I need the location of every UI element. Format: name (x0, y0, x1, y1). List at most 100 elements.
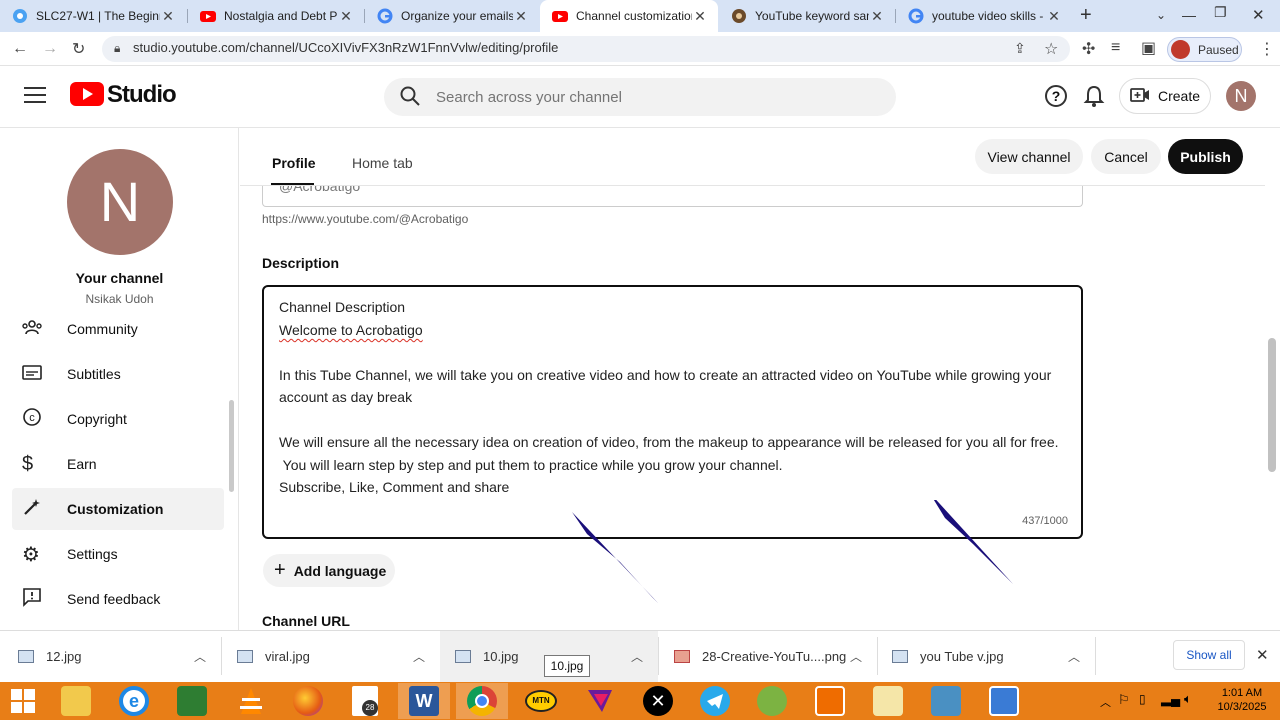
download-item[interactable]: 28-Creative-YouTu....png ︿ (674, 630, 874, 682)
channel-avatar[interactable]: N (67, 149, 173, 255)
reload-icon[interactable]: ↻ (72, 39, 85, 59)
publish-button[interactable]: Publish (1168, 139, 1243, 174)
handle-field[interactable]: @Acrobatigo (262, 186, 1083, 207)
search-input[interactable] (436, 87, 836, 107)
view-channel-button[interactable]: View channel (975, 139, 1083, 174)
volume-icon[interactable]: 🔈︎ (1184, 691, 1192, 707)
sidebar-item-community[interactable]: Community (12, 308, 224, 350)
media-player-icon[interactable] (815, 686, 845, 716)
share-icon[interactable]: ⇪ (1014, 40, 1026, 57)
app-logo-icon[interactable] (586, 688, 614, 719)
tray-chevron-icon[interactable]: ︿ (1100, 694, 1111, 710)
sidebar-item-settings[interactable]: ⚙ Settings (12, 533, 224, 575)
mtn-icon[interactable]: MTN (525, 690, 557, 712)
file-explorer-icon[interactable] (61, 686, 91, 716)
image-file-icon (18, 649, 34, 663)
steemit-icon (12, 8, 28, 24)
tab-profile[interactable]: Profile (272, 155, 316, 171)
forward-icon[interactable]: → (42, 40, 58, 58)
restore-icon[interactable]: ❐ (1214, 4, 1227, 21)
description-line: We will ensure all the necessary idea on… (279, 434, 1059, 450)
search-icon[interactable] (400, 86, 420, 111)
chevron-up-icon[interactable]: ︿ (1068, 648, 1080, 665)
sidebar-item-earn[interactable]: $ Earn (12, 443, 224, 485)
browser-tab[interactable]: youtube video skills - G ✕ (896, 0, 1072, 32)
signal-icon[interactable]: ▂▄ (1161, 691, 1180, 707)
tab-home[interactable]: Home tab (352, 155, 413, 171)
download-separator (1095, 637, 1096, 675)
sidebar-item-subtitles[interactable]: Subtitles (12, 353, 224, 395)
main-scrollbar[interactable] (1268, 338, 1276, 472)
image-viewer-icon[interactable] (989, 686, 1019, 716)
help-icon[interactable]: ? (1045, 85, 1067, 107)
chevron-up-icon[interactable]: ︿ (850, 648, 862, 665)
close-tab-icon[interactable]: ✕ (338, 8, 354, 25)
cancel-button[interactable]: Cancel (1091, 139, 1161, 174)
annotation-arrow-left (572, 512, 658, 603)
minimize-icon[interactable]: — (1182, 7, 1196, 23)
hamburger-menu-icon[interactable] (24, 86, 46, 109)
sticky-notes-icon[interactable] (873, 686, 903, 716)
notifications-bell-icon[interactable] (1083, 84, 1105, 113)
calendar-app-icon[interactable]: 28 (352, 686, 378, 716)
create-button[interactable]: Create (1119, 78, 1211, 114)
battery-icon[interactable]: ▯ (1139, 692, 1146, 706)
close-tab-icon[interactable]: ✕ (160, 8, 176, 25)
chevron-up-icon[interactable]: ︿ (194, 648, 206, 665)
store-icon[interactable] (177, 686, 207, 716)
firefox-icon[interactable] (293, 686, 323, 716)
close-downloads-icon[interactable]: ✕ (1256, 646, 1269, 664)
back-icon[interactable]: ← (12, 40, 28, 58)
add-language-button[interactable]: + Add language (263, 554, 395, 587)
new-tab-icon[interactable]: + (1080, 4, 1092, 27)
close-tab-icon[interactable]: ✕ (692, 8, 708, 25)
browser-tab[interactable]: Nostalgia and Debt Pla ✕ (188, 0, 364, 32)
windows-start-icon[interactable] (11, 689, 35, 718)
show-all-button[interactable]: Show all (1173, 640, 1245, 670)
telegram-icon[interactable] (700, 686, 730, 716)
download-tooltip: 10.jpg (544, 655, 590, 677)
close-window-icon[interactable]: ✕ (1252, 6, 1265, 24)
flag-icon[interactable]: ⚐ (1118, 692, 1130, 708)
sidebar-item-send-feedback[interactable]: Send feedback (12, 578, 224, 620)
sidebar-item-copyright[interactable]: c Copyright (12, 398, 224, 440)
browser-tab[interactable]: Organize your emails in ✕ (365, 0, 539, 32)
image-file-icon (237, 649, 253, 663)
extensions-icon[interactable]: ✣ (1082, 39, 1095, 59)
chevron-up-icon[interactable]: ︿ (413, 648, 425, 665)
close-tab-icon[interactable]: ✕ (1046, 8, 1062, 25)
chrome-icon[interactable] (467, 686, 497, 716)
image-file-icon (455, 649, 471, 663)
green-app-icon[interactable] (757, 686, 787, 716)
photos-app-icon[interactable] (931, 686, 961, 716)
side-panel-icon[interactable]: ▣ (1141, 38, 1156, 58)
internet-explorer-icon[interactable]: e (119, 686, 149, 716)
chevron-up-icon[interactable]: ︿ (631, 648, 643, 665)
youtube-logo-icon[interactable] (70, 82, 104, 111)
account-avatar[interactable]: N (1226, 81, 1256, 111)
x-twitter-icon[interactable]: ✕ (643, 686, 673, 716)
reading-list-icon[interactable]: ≡ (1111, 39, 1120, 57)
download-item[interactable]: 12.jpg ︿ (18, 630, 218, 682)
profile-button[interactable]: Paused (1167, 37, 1242, 62)
url-text[interactable]: studio.youtube.com/channel/UCcoXIVivFX3n… (133, 40, 558, 55)
bookmark-star-icon[interactable]: ☆ (1044, 39, 1058, 59)
download-separator (658, 637, 659, 675)
studio-logo-text[interactable]: Studio (107, 81, 177, 109)
close-tab-icon[interactable]: ✕ (513, 8, 529, 25)
browser-menu-icon[interactable]: ⋮ (1259, 39, 1275, 59)
browser-tab-active[interactable]: Channel customization ✕ (540, 0, 718, 32)
lock-icon[interactable]: 🔒︎ (114, 41, 120, 56)
download-item[interactable]: viral.jpg ︿ (237, 630, 437, 682)
vlc-icon[interactable] (236, 686, 266, 721)
tab-search-chevron-icon[interactable]: ⌄ (1156, 8, 1166, 22)
close-tab-icon[interactable]: ✕ (869, 8, 885, 25)
sidebar-item-customization[interactable]: Customization (12, 488, 224, 530)
download-item[interactable]: you Tube v.jpg ︿ (892, 630, 1092, 682)
word-icon[interactable]: W (409, 686, 439, 716)
sidebar-scrollbar[interactable] (229, 400, 234, 492)
browser-tab[interactable]: SLC27-W1 | The Beginn ✕ (0, 0, 186, 32)
clock[interactable]: 1:01 AM 10/3/2025 (1208, 686, 1276, 714)
add-language-label: Add language (293, 562, 387, 579)
browser-tab[interactable]: YouTube keyword samp ✕ (719, 0, 895, 32)
